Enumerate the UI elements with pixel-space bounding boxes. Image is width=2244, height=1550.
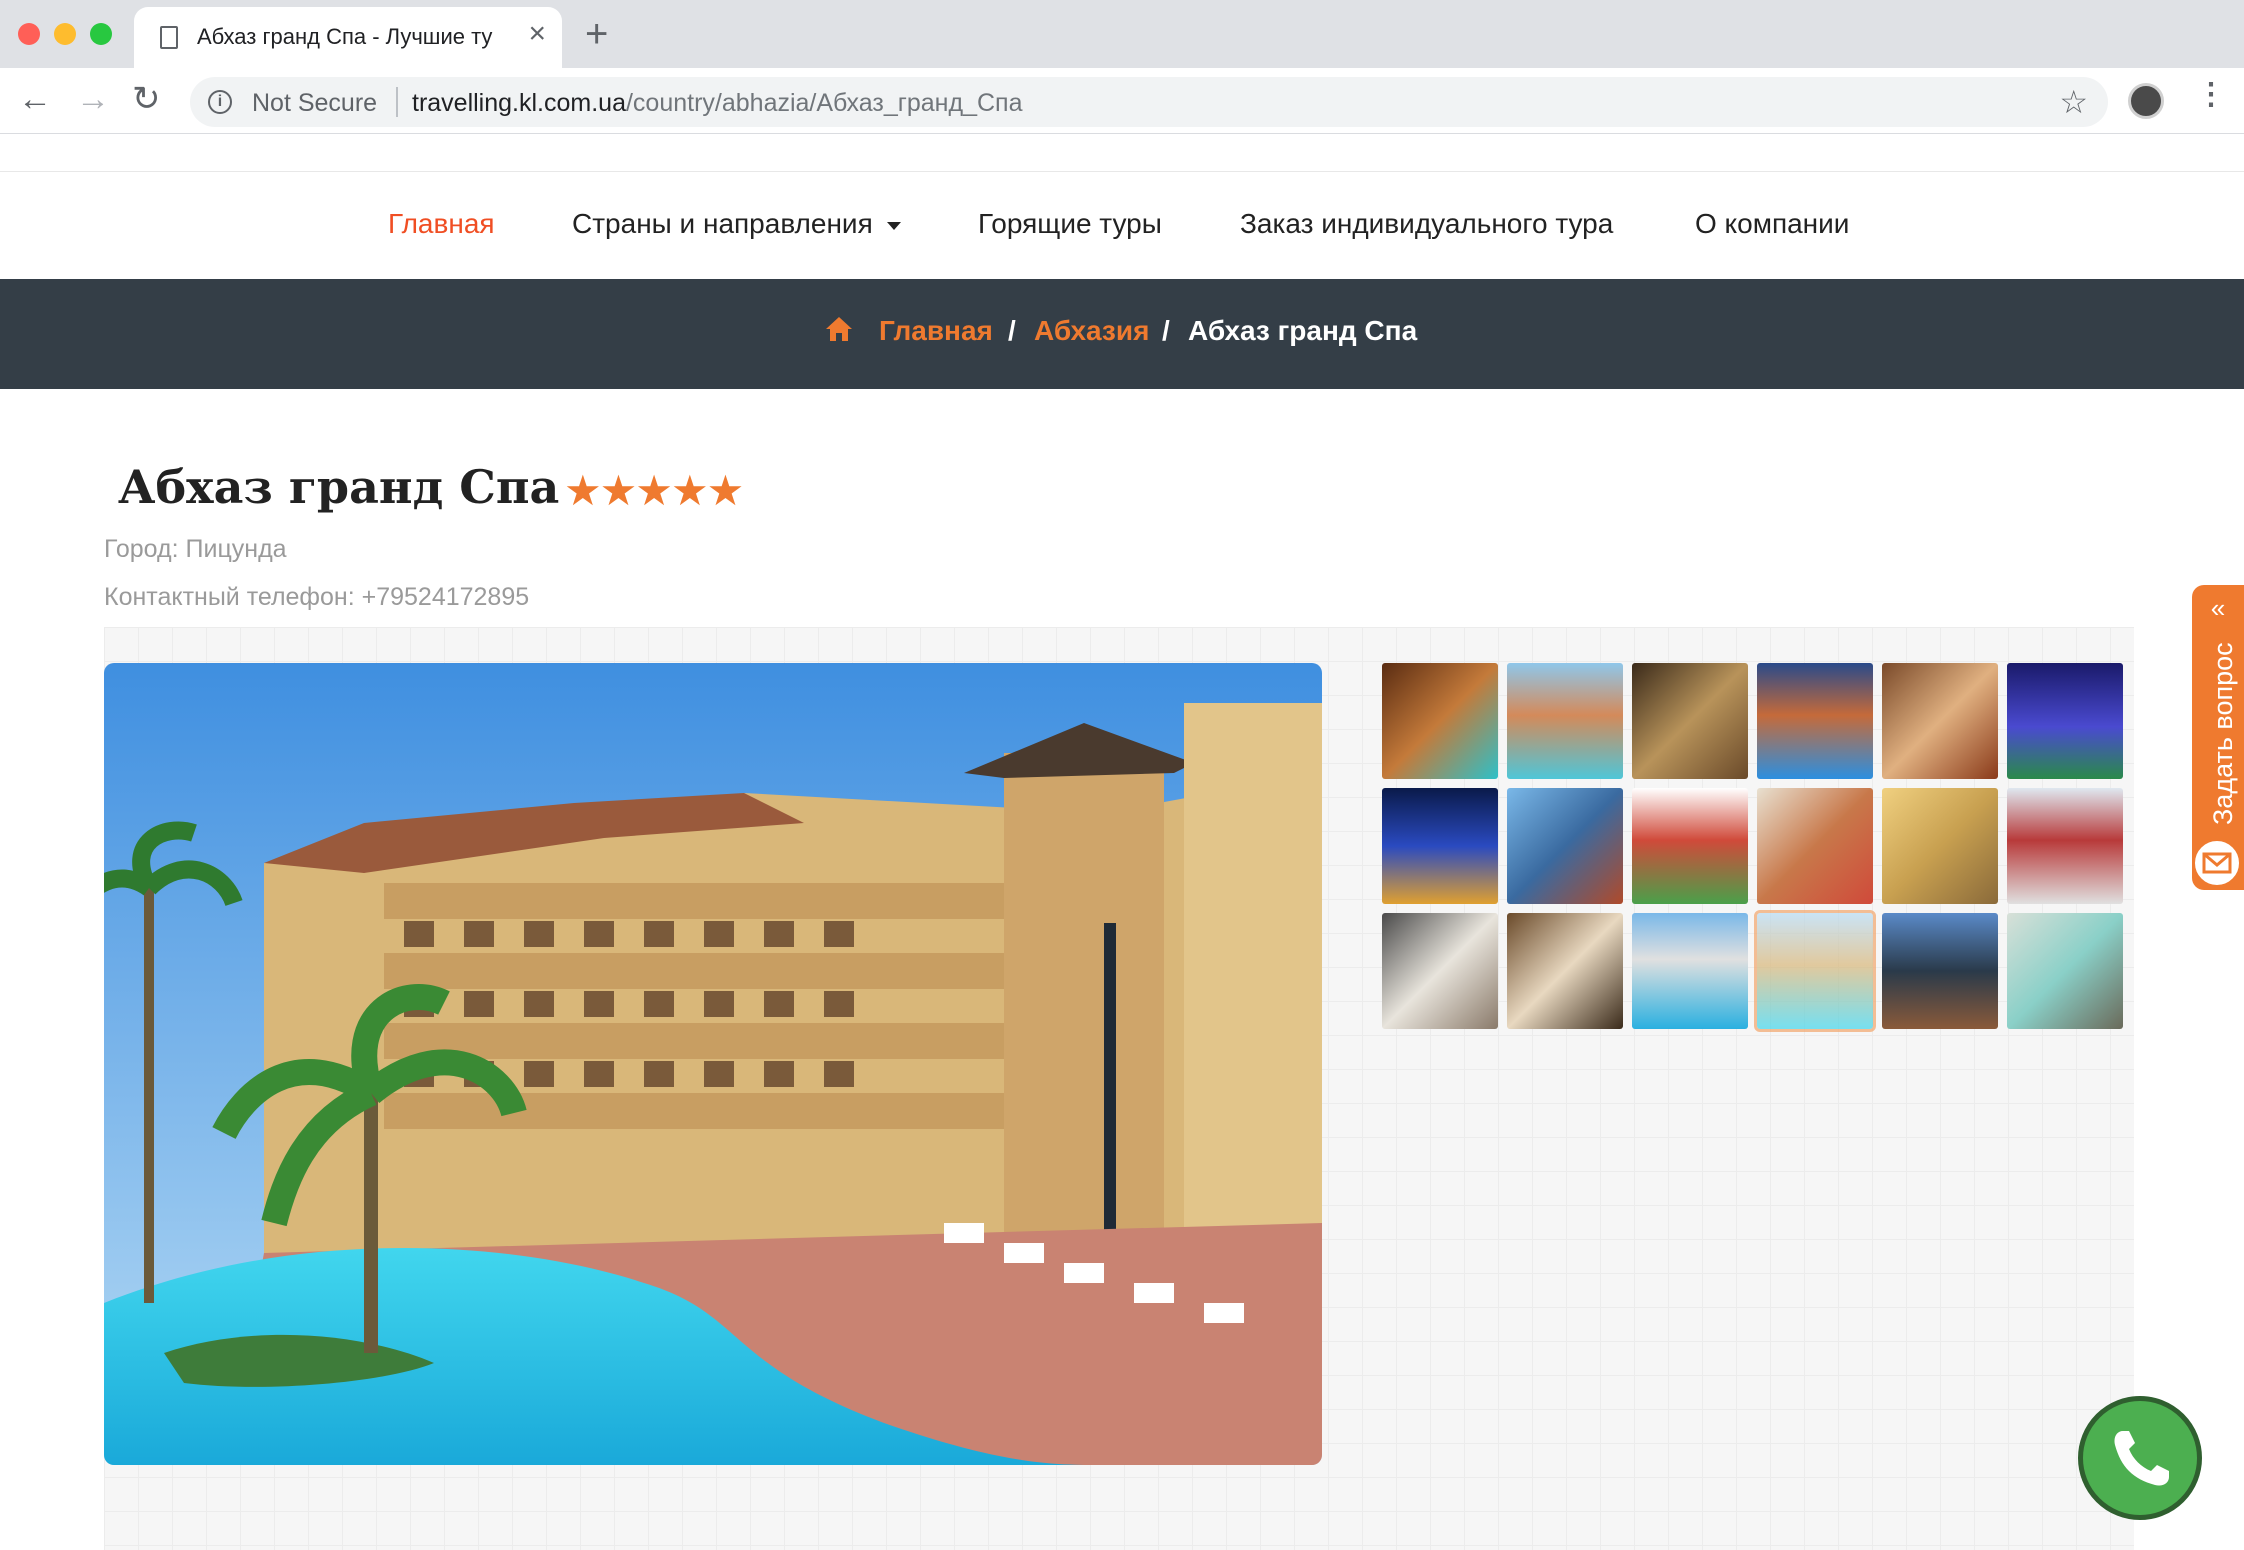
nav-item-home[interactable]: Главная (388, 208, 495, 240)
hotel-pool-image (104, 663, 1322, 1465)
bookmark-star-icon[interactable]: ☆ (2059, 83, 2088, 121)
nav-item-countries[interactable]: Страны и направления (572, 208, 901, 240)
nav-item-hot-tours[interactable]: Горящие туры (978, 208, 1162, 240)
gallery-thumbnail[interactable] (1382, 663, 1498, 779)
gallery-thumbnail[interactable] (1507, 663, 1623, 779)
nav-item-about[interactable]: О компании (1695, 208, 1849, 240)
gallery-thumbnail[interactable] (1382, 788, 1498, 904)
gallery-thumbnail[interactable] (1507, 788, 1623, 904)
forward-icon[interactable]: → (76, 82, 110, 116)
gallery-thumbnail[interactable] (2007, 913, 2123, 1029)
document-icon (160, 26, 178, 49)
close-window-button[interactable] (18, 23, 40, 45)
main-hotel-photo[interactable] (104, 663, 1322, 1465)
caret-down-icon (886, 221, 901, 230)
breadcrumb-separator: / (1162, 315, 1170, 346)
divider (396, 87, 398, 117)
gallery-thumbnail[interactable] (1632, 788, 1748, 904)
hotel-city: Город: Пицунда (104, 535, 287, 563)
url-host: travelling.kl.com.ua (412, 89, 626, 117)
gallery-thumbnail[interactable] (1507, 913, 1623, 1029)
page: Абхаз гранд Спа - Лучшие ту × + ← → ↻ i … (0, 0, 2244, 1550)
minimize-window-button[interactable] (54, 23, 76, 45)
breadcrumb-country[interactable]: Абхазия (1034, 315, 1149, 347)
chevron-left-icon: « (2210, 593, 2226, 623)
star-rating: ★★★★★ (564, 467, 744, 514)
browser-tab-bar: Абхаз гранд Спа - Лучшие ту × + (0, 0, 2244, 68)
url-path: /country/abhazia/Абхаз_гранд_Спа (625, 89, 1023, 117)
gallery-thumbnail[interactable] (2007, 788, 2123, 904)
url-text[interactable]: travelling.kl.com.ua/country/abhazia/Абх… (412, 89, 1022, 118)
breadcrumb-home[interactable]: Главная (879, 315, 993, 347)
new-tab-button[interactable]: + (585, 14, 608, 54)
ask-question-label: Задать вопрос (2208, 642, 2238, 825)
gallery-thumbnail[interactable] (1882, 913, 1998, 1029)
reload-icon[interactable]: ↻ (132, 82, 161, 116)
breadcrumb-current: Абхаз гранд Спа (1188, 315, 1418, 346)
gallery-thumbnail[interactable] (1632, 913, 1748, 1029)
nav-item-countries-label: Страны и направления (572, 208, 873, 239)
back-icon[interactable]: ← (18, 82, 52, 116)
browser-menu-icon[interactable]: ⋮ (2196, 80, 2226, 110)
hotel-phone: Контактный телефон: +79524172895 (104, 583, 530, 611)
gallery-thumbnail[interactable] (2007, 663, 2123, 779)
gallery-thumbnail[interactable] (1757, 663, 1873, 779)
call-button[interactable] (2078, 1396, 2202, 1520)
tab-title: Абхаз гранд Спа - Лучшие ту (197, 24, 493, 49)
browser-toolbar: ← → ↻ i Not Secure travelling.kl.com.ua/… (0, 68, 2244, 134)
gallery-thumbnail[interactable] (1882, 663, 1998, 779)
gallery-thumbnail[interactable] (1382, 913, 1498, 1029)
address-bar[interactable]: i Not Secure travelling.kl.com.ua/countr… (190, 77, 2108, 127)
breadcrumb-separator: / (1008, 315, 1016, 346)
breadcrumb: Главная / Абхазия / Абхаз гранд Спа (0, 279, 2244, 389)
gallery-thumbnail-active[interactable] (1754, 910, 1876, 1032)
gallery-thumbnail[interactable] (1882, 788, 1998, 904)
info-icon[interactable]: i (208, 90, 232, 114)
mail-icon[interactable] (2192, 838, 2242, 888)
phone-icon (2114, 1431, 2169, 1486)
gallery-thumbnail[interactable] (1757, 788, 1873, 904)
profile-avatar[interactable] (2128, 83, 2164, 119)
site-navigation: Главная Страны и направления Горящие тур… (0, 171, 2244, 279)
hotel-title: Абхаз гранд Спа (118, 460, 560, 514)
browser-tab[interactable]: Абхаз гранд Спа - Лучшие ту × (134, 7, 562, 68)
gallery-thumbnail[interactable] (1632, 663, 1748, 779)
maximize-window-button[interactable] (90, 23, 112, 45)
home-icon[interactable] (824, 315, 854, 343)
nav-item-custom-tour[interactable]: Заказ индивидуального тура (1240, 208, 1613, 240)
security-label: Not Secure (252, 89, 378, 117)
close-tab-icon[interactable]: × (528, 19, 546, 49)
